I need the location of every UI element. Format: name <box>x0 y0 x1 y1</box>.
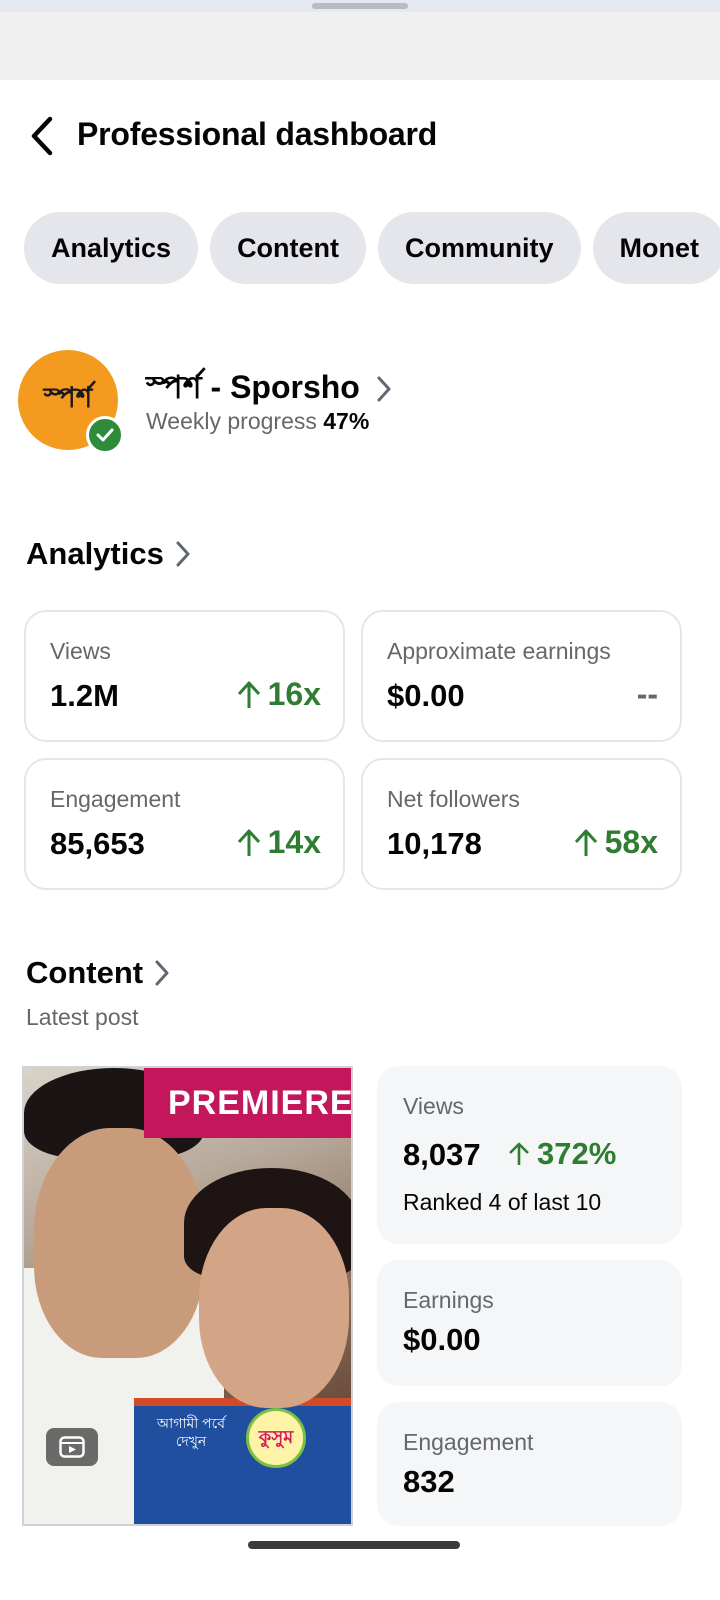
post-engagement-label: Engagement <box>403 1429 534 1455</box>
card-delta-value: -- <box>636 676 658 712</box>
card-value: $0.00 <box>387 678 465 713</box>
chevron-right-icon <box>155 960 169 986</box>
post-earnings-value: $0.00 <box>403 1322 481 1357</box>
top-band <box>0 12 720 80</box>
card-label: Views <box>50 638 111 664</box>
card-label: Approximate earnings <box>387 638 611 664</box>
tab-analytics[interactable]: Analytics <box>24 212 199 284</box>
post-engagement-box[interactable]: Engagement 832 <box>377 1402 682 1526</box>
tab-monetization[interactable]: Monet <box>592 212 720 284</box>
card-value: 10,178 <box>387 826 482 861</box>
profile-row[interactable]: স্পর্শ স্পর্শ - Sporsho Weekly progress … <box>18 350 698 460</box>
premiere-badge: PREMIERE <box>144 1068 351 1138</box>
reel-icon <box>46 1428 98 1466</box>
tab-content[interactable]: Content <box>210 212 367 284</box>
card-delta: 14x <box>236 824 321 861</box>
card-delta-value: 16x <box>267 676 321 712</box>
status-strip <box>0 0 720 12</box>
show-logo-text: কুসুম <box>258 1426 294 1447</box>
arrow-up-icon <box>574 829 597 856</box>
check-icon <box>96 428 114 442</box>
thumbnail-figure <box>199 1208 349 1408</box>
thumbnail-figure <box>34 1128 204 1358</box>
post-views-label: Views <box>403 1093 464 1119</box>
arrow-up-icon <box>509 1142 529 1165</box>
card-delta: 58x <box>573 824 658 861</box>
card-delta-value: 58x <box>604 824 658 860</box>
verified-badge <box>86 416 124 454</box>
tab-bar: Analytics Content Community Monet <box>24 212 720 284</box>
show-logo: কুসুম <box>246 1408 306 1468</box>
engagement-card[interactable]: Engagement 85,653 14x <box>24 758 345 890</box>
page-title: Professional dashboard <box>77 116 438 152</box>
card-value: 85,653 <box>50 826 145 861</box>
arrow-up-icon <box>237 681 260 708</box>
tab-community[interactable]: Community <box>378 212 581 284</box>
avatar[interactable]: স্পর্শ <box>18 350 124 454</box>
card-label: Net followers <box>387 786 520 812</box>
latest-post-subtitle: Latest post <box>26 1004 139 1030</box>
back-button[interactable] <box>22 112 62 160</box>
card-delta-value: 14x <box>267 824 321 860</box>
post-rank: Ranked 4 of last 10 <box>403 1189 602 1215</box>
drag-handle[interactable] <box>312 3 408 9</box>
analytics-title-text: Analytics <box>26 536 164 571</box>
content-section-title[interactable]: Content <box>26 955 169 991</box>
net-followers-card[interactable]: Net followers 10,178 58x <box>361 758 682 890</box>
card-value: 1.2M <box>50 678 119 713</box>
weekly-progress: Weekly progress 47% <box>146 408 369 435</box>
chevron-right-icon <box>376 375 392 403</box>
post-views-delta: 372% <box>507 1136 616 1172</box>
episode-overlay-text: আগামী পর্বে দেখুন <box>136 1414 246 1450</box>
content-title-text: Content <box>26 955 144 990</box>
chevron-right-icon <box>176 541 190 567</box>
latest-post-thumbnail[interactable]: PREMIERE আগামী পর্বে দেখুন কুসুম <box>22 1066 353 1526</box>
post-views-delta-value: 372% <box>537 1136 617 1171</box>
home-indicator[interactable] <box>248 1541 460 1549</box>
post-earnings-label: Earnings <box>403 1287 494 1313</box>
post-views-value: 8,037 <box>403 1137 481 1172</box>
card-label: Engagement <box>50 786 181 812</box>
card-delta: 16x <box>236 676 321 713</box>
post-earnings-box[interactable]: Earnings $0.00 <box>377 1260 682 1386</box>
analytics-section-title[interactable]: Analytics <box>26 536 190 572</box>
overlay-line-1: আগামী পর্বে <box>156 1415 226 1431</box>
post-engagement-value: 832 <box>403 1464 455 1499</box>
weekly-progress-label: Weekly progress <box>146 408 317 434</box>
post-views-box[interactable]: Views 8,037 372% Ranked 4 of last 10 <box>377 1066 682 1244</box>
earnings-card[interactable]: Approximate earnings $0.00 -- <box>361 610 682 742</box>
arrow-up-icon <box>237 829 260 856</box>
views-card[interactable]: Views 1.2M 16x <box>24 610 345 742</box>
overlay-line-2: দেখুন <box>175 1433 207 1449</box>
chevron-left-icon <box>31 116 53 156</box>
card-delta: -- <box>637 676 658 713</box>
weekly-progress-value: 47% <box>323 408 370 434</box>
header: Professional dashboard <box>0 80 720 192</box>
